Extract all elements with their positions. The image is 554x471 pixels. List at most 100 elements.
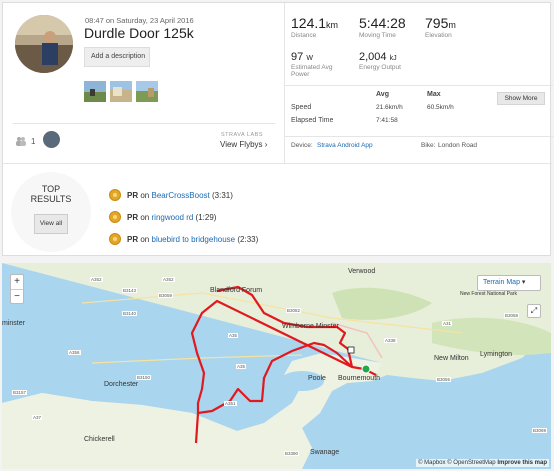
speed-label: Speed: [291, 104, 312, 111]
power-label: Estimated Avg Power: [291, 64, 333, 78]
distance-label: Distance: [291, 32, 317, 39]
kudos-icon: [16, 137, 26, 146]
view-flybys-label: View Flybys: [220, 140, 263, 149]
device-link[interactable]: Strava Android App: [317, 142, 373, 149]
athlete-avatar[interactable]: [15, 15, 73, 73]
road-label: A37: [32, 415, 43, 420]
speed-max: 60.5km/h: [427, 104, 454, 111]
photo-thumbnails: [84, 81, 158, 102]
road-label: A35: [228, 333, 239, 338]
divider: [285, 85, 553, 86]
pr-on: on: [140, 234, 150, 244]
segment-link[interactable]: ringwood rd: [152, 213, 194, 222]
road-label: B3143: [122, 288, 138, 293]
place-label: minster: [2, 320, 25, 327]
stat-moving-time: 5:44:28 Moving Time: [359, 15, 406, 39]
avatar-photo: [15, 15, 73, 73]
list-item: PR on bluebird to bridgehouse (2:33): [109, 228, 258, 250]
road-label: A351: [224, 401, 237, 406]
energy-value: 2,004: [359, 51, 387, 63]
place-label: Lymington: [480, 351, 513, 358]
road-label: B3055: [436, 377, 452, 382]
mapbox-link[interactable]: © Mapbox: [418, 460, 445, 466]
speed-avg: 21.6km/h: [376, 104, 403, 111]
finish-flag-icon[interactable]: [347, 346, 355, 354]
list-item: PR on ringwood rd (1:29): [109, 206, 258, 228]
start-marker[interactable]: [361, 364, 371, 374]
road-label: B3157: [12, 390, 28, 395]
strava-labs-label: STRAVA LABS: [221, 132, 263, 138]
energy-label: Energy Output: [359, 64, 401, 71]
elevation-label: Elevation: [425, 32, 452, 39]
medal-icon: [109, 189, 121, 201]
chevron-right-icon: ›: [264, 140, 268, 149]
power-value: 97: [291, 51, 304, 63]
place-label: Verwood: [348, 268, 376, 275]
stat-elevation: 795m Elevation: [425, 15, 456, 39]
osm-link[interactable]: © OpenStreetMap: [447, 460, 495, 466]
route-map[interactable]: + − Terrain Map ▾ ⤢ Verwood Blandford Fo…: [2, 263, 551, 469]
zoom-out-button[interactable]: −: [11, 290, 23, 304]
road-label: B3390: [284, 451, 300, 456]
place-label: Chickerell: [84, 436, 115, 443]
improve-map-link[interactable]: Improve this map: [497, 460, 547, 466]
map-attribution: © Mapbox © OpenStreetMap Improve this ma…: [416, 459, 549, 467]
expand-map-button[interactable]: ⤢: [527, 304, 541, 318]
elapsed-label: Elapsed Time: [291, 117, 334, 124]
distance-unit: km: [326, 20, 339, 30]
chevron-down-icon: ▾: [521, 279, 526, 286]
place-label: New Milton: [434, 355, 469, 362]
road-label: A352: [90, 277, 103, 282]
road-label: A338: [384, 338, 397, 343]
show-more-button[interactable]: Show More: [497, 92, 545, 105]
device-label: Device:: [291, 142, 313, 149]
segment-link[interactable]: BearCrossBoost: [152, 191, 210, 200]
list-item: PR on BearCrossBoost (3:31): [109, 184, 258, 206]
map-type-select[interactable]: Terrain Map ▾: [477, 275, 541, 291]
energy-unit: kJ: [389, 55, 397, 62]
kudos-count[interactable]: 1: [15, 136, 35, 146]
max-header: Max: [427, 91, 441, 98]
pr-list: PR on BearCrossBoost (3:31) PR on ringwo…: [109, 184, 258, 250]
map-type-label: Terrain Map: [483, 279, 520, 286]
photo-thumbnail[interactable]: [84, 81, 106, 102]
road-label: B3082: [286, 308, 302, 313]
elevation-value: 795: [425, 15, 449, 31]
activity-summary: 08:47 on Saturday, 23 April 2016 Durdle …: [3, 3, 283, 163]
photo-thumbnail[interactable]: [136, 81, 158, 102]
photo-thumbnail[interactable]: [110, 81, 132, 102]
avg-header: Avg: [376, 91, 389, 98]
road-label: B3059: [158, 293, 174, 298]
stat-power: 97 W Estimated Avg Power: [291, 51, 351, 78]
view-all-button[interactable]: View all: [34, 214, 68, 234]
view-flybys-link[interactable]: View Flybys ›: [220, 140, 267, 149]
distance-value: 124.1: [291, 15, 327, 31]
zoom-controls: + −: [10, 274, 24, 304]
place-label: Dorchester: [104, 381, 139, 388]
place-label: Bournemouth: [338, 375, 381, 382]
pr-time: (1:29): [195, 212, 217, 222]
segment-link[interactable]: bluebird to bridgehouse: [152, 235, 236, 244]
stat-distance: 124.1km Distance: [291, 15, 338, 39]
expand-icon: ⤢: [530, 306, 538, 315]
road-label: A352: [162, 277, 175, 282]
place-label: Blandford Forum: [210, 287, 263, 294]
activity-stats: 124.1km Distance 5:44:28 Moving Time 795…: [284, 3, 553, 163]
medal-icon: [109, 211, 121, 223]
kudos-avatar[interactable]: [43, 131, 60, 148]
divider: [13, 123, 275, 124]
bike-value: London Road: [438, 142, 478, 149]
zoom-in-button[interactable]: +: [11, 275, 23, 290]
place-label: New Forest National Park: [460, 291, 517, 297]
pr-on: on: [140, 190, 150, 200]
place-label: Wimborne Minster: [282, 323, 339, 330]
pr-on: on: [140, 212, 150, 222]
pr-badge: PR: [127, 234, 139, 244]
elevation-unit: m: [448, 20, 456, 30]
stat-energy: 2,004 kJ Energy Output: [359, 51, 401, 71]
road-label: B3058: [504, 313, 520, 318]
elapsed-value: 7:41:58: [376, 117, 398, 124]
pr-badge: PR: [127, 212, 139, 222]
activity-card: 08:47 on Saturday, 23 April 2016 Durdle …: [2, 2, 553, 256]
add-description-button[interactable]: Add a description: [84, 47, 150, 67]
